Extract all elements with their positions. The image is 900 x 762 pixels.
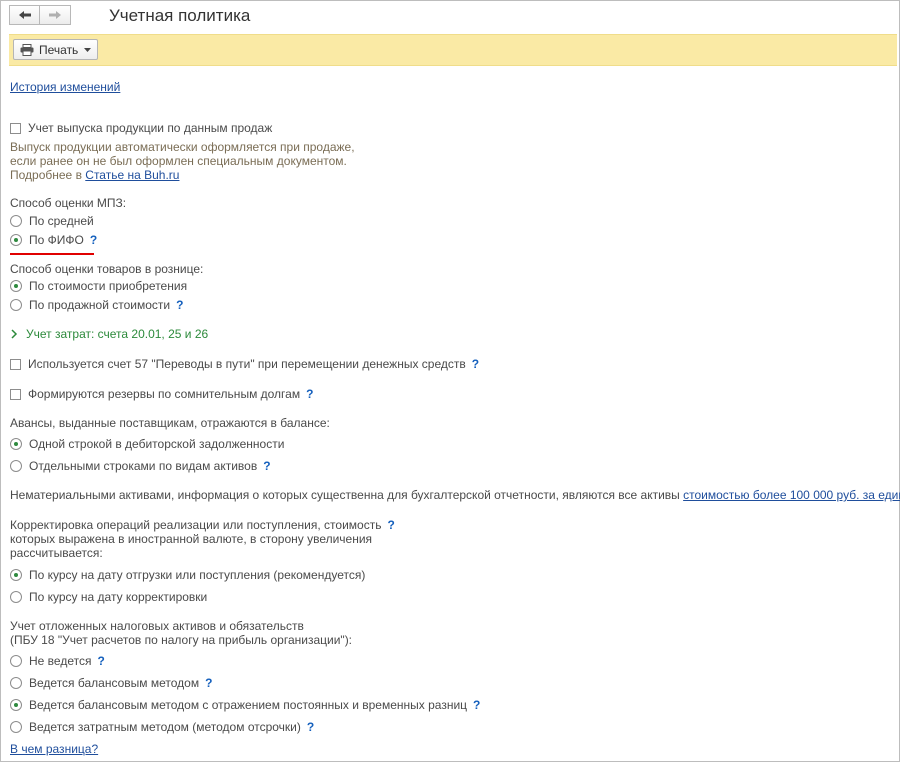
deferred-tax-option-cost[interactable]: Ведется затратным методом (методом отсро…	[10, 720, 314, 734]
correction-shipment-label: По курсу на дату отгрузки или поступлени…	[29, 568, 366, 582]
back-button[interactable]	[9, 5, 40, 25]
correction-adjustment-radio[interactable]	[10, 591, 22, 603]
sales-output-checkbox[interactable]	[10, 122, 21, 134]
arrow-right-icon	[49, 11, 61, 19]
chevron-down-icon	[84, 47, 92, 52]
retail-sale-price-label: По продажной стоимости	[29, 298, 171, 312]
sales-output-option[interactable]: Учет выпуска продукции по данным продаж	[10, 121, 272, 135]
mpz-option-average[interactable]: По средней	[10, 214, 94, 228]
deferred-tax-group-label: Учет отложенных налоговых активов и обяз…	[10, 619, 352, 647]
correction-option-shipment[interactable]: По курсу на дату отгрузки или поступлени…	[10, 568, 365, 582]
mpz-label: Способ оценки МПЗ:	[10, 196, 127, 210]
sales-output-note-line2: если ранее он не был оформлен специальны…	[10, 154, 347, 168]
deferred-tax-option-balance[interactable]: Ведется балансовым методом ?	[10, 676, 212, 690]
mpz-fifo-label: По ФИФО	[29, 233, 84, 247]
account57-label: Используется счет 57 "Переводы в пути" п…	[28, 357, 466, 371]
advances-label: Авансы, выданные поставщикам, отражаются…	[10, 416, 330, 430]
intangibles-text: Нематериальными активами, информация о к…	[10, 488, 900, 502]
mpz-average-label: По средней	[29, 214, 94, 228]
correction-label-line3: рассчитывается:	[10, 546, 103, 560]
forward-button[interactable]	[40, 5, 71, 25]
retail-option-sale-price[interactable]: По продажной стоимости ?	[10, 298, 183, 312]
retail-option-purchase[interactable]: По стоимости приобретения	[10, 279, 187, 293]
history-row: История изменений	[10, 80, 120, 94]
sales-output-note-line1: Выпуск продукции автоматически оформляет…	[10, 140, 355, 154]
print-button[interactable]: Печать	[13, 39, 99, 60]
mpz-group-label: Способ оценки МПЗ:	[10, 196, 126, 210]
mpz-average-radio[interactable]	[10, 215, 22, 227]
deferred-tax-cost-radio[interactable]	[10, 721, 22, 733]
sales-output-label: Учет выпуска продукции по данным продаж	[28, 121, 273, 135]
difference-link[interactable]: В чем разница?	[10, 742, 98, 756]
help-icon[interactable]: ?	[205, 676, 212, 690]
printer-icon	[20, 43, 34, 56]
advances-option-single[interactable]: Одной строкой в дебиторской задолженност…	[10, 437, 284, 451]
correction-adjustment-label: По курсу на дату корректировки	[29, 590, 208, 604]
deferred-tax-balance-diffs-label: Ведется балансовым методом с отражением …	[29, 698, 468, 712]
deferred-tax-none-label: Не ведется	[29, 654, 92, 668]
intangibles-threshold-link[interactable]: стоимостью более 100 000 руб. за единицу	[683, 488, 900, 502]
help-icon[interactable]: ?	[387, 518, 394, 532]
help-icon[interactable]: ?	[90, 233, 97, 247]
buh-article-link[interactable]: Статье на Buh.ru	[85, 168, 179, 182]
reserves-label: Формируются резервы по сомнительным долг…	[28, 387, 301, 401]
correction-line1-text: Корректировка операций реализации или по…	[10, 518, 382, 532]
mpz-option-fifo[interactable]: По ФИФО ?	[10, 233, 97, 247]
correction-option-adjustment[interactable]: По курсу на дату корректировки	[10, 590, 207, 604]
correction-label-line2: которых выражена в иностранной валюте, в…	[10, 532, 373, 546]
deferred-tax-balance-diffs-radio[interactable]	[10, 699, 22, 711]
intangibles-label: Нематериальными активами, информация о к…	[10, 488, 684, 502]
help-icon[interactable]: ?	[263, 459, 270, 473]
advances-single-radio[interactable]	[10, 438, 22, 450]
deferred-tax-line1: Учет отложенных налоговых активов и обяз…	[10, 619, 304, 633]
cost-section-label: Учет затрат: счета 20.01, 25 и 26	[26, 327, 209, 341]
red-underline-annotation	[10, 253, 94, 255]
advances-single-label: Одной строкой в дебиторской задолженност…	[29, 437, 285, 451]
sales-output-note-prefix: Подробнее в	[10, 168, 86, 182]
retail-label: Способ оценки товаров в рознице:	[10, 262, 204, 276]
difference-row: В чем разница?	[10, 742, 98, 756]
deferred-tax-line2: (ПБУ 18 "Учет расчетов по налогу на приб…	[10, 633, 353, 647]
retail-group-label: Способ оценки товаров в рознице:	[10, 262, 203, 276]
arrow-left-icon	[18, 11, 31, 19]
help-icon[interactable]: ?	[176, 298, 183, 312]
help-icon[interactable]: ?	[97, 654, 104, 668]
correction-group-label: Корректировка операций реализации или по…	[10, 518, 395, 560]
retail-purchase-radio[interactable]	[10, 280, 22, 292]
correction-label-line1: Корректировка операций реализации или по…	[10, 518, 395, 532]
advances-separate-label: Отдельными строками по видам активов	[29, 459, 258, 473]
window-frame	[0, 0, 900, 762]
history-link[interactable]: История изменений	[10, 80, 120, 94]
advances-separate-radio[interactable]	[10, 460, 22, 472]
reserves-option[interactable]: Формируются резервы по сомнительным долг…	[10, 387, 313, 401]
cost-section-toggle[interactable]: Учет затрат: счета 20.01, 25 и 26	[10, 327, 208, 341]
deferred-tax-balance-radio[interactable]	[10, 677, 22, 689]
account57-option[interactable]: Используется счет 57 "Переводы в пути" п…	[10, 357, 479, 371]
page-title: Учетная политика	[109, 6, 251, 25]
retail-purchase-label: По стоимости приобретения	[29, 279, 188, 293]
reserves-checkbox[interactable]	[10, 388, 21, 400]
help-icon[interactable]: ?	[307, 720, 314, 734]
help-icon[interactable]: ?	[473, 698, 480, 712]
deferred-tax-option-none[interactable]: Не ведется ?	[10, 654, 105, 668]
chevron-right-icon	[11, 329, 18, 339]
deferred-tax-option-balance-diffs[interactable]: Ведется балансовым методом с отражением …	[10, 698, 480, 712]
sales-output-note-line3: Подробнее в Статье на Buh.ru	[10, 168, 355, 182]
navigation-buttons	[9, 5, 71, 27]
deferred-tax-cost-label: Ведется затратным методом (методом отсро…	[29, 720, 301, 734]
advances-group-label: Авансы, выданные поставщикам, отражаются…	[10, 416, 330, 430]
retail-sale-price-radio[interactable]	[10, 299, 22, 311]
mpz-fifo-radio[interactable]	[10, 234, 22, 246]
help-icon[interactable]: ?	[472, 357, 479, 371]
deferred-tax-none-radio[interactable]	[10, 655, 22, 667]
command-bar: Печать	[9, 34, 897, 66]
deferred-tax-balance-label: Ведется балансовым методом	[29, 676, 200, 690]
sales-output-note: Выпуск продукции автоматически оформляет…	[10, 140, 355, 182]
help-icon[interactable]: ?	[306, 387, 313, 401]
account57-checkbox[interactable]	[10, 358, 21, 370]
print-button-label: Печать	[39, 42, 79, 57]
advances-option-separate[interactable]: Отдельными строками по видам активов ?	[10, 459, 271, 473]
correction-shipment-radio[interactable]	[10, 569, 22, 581]
